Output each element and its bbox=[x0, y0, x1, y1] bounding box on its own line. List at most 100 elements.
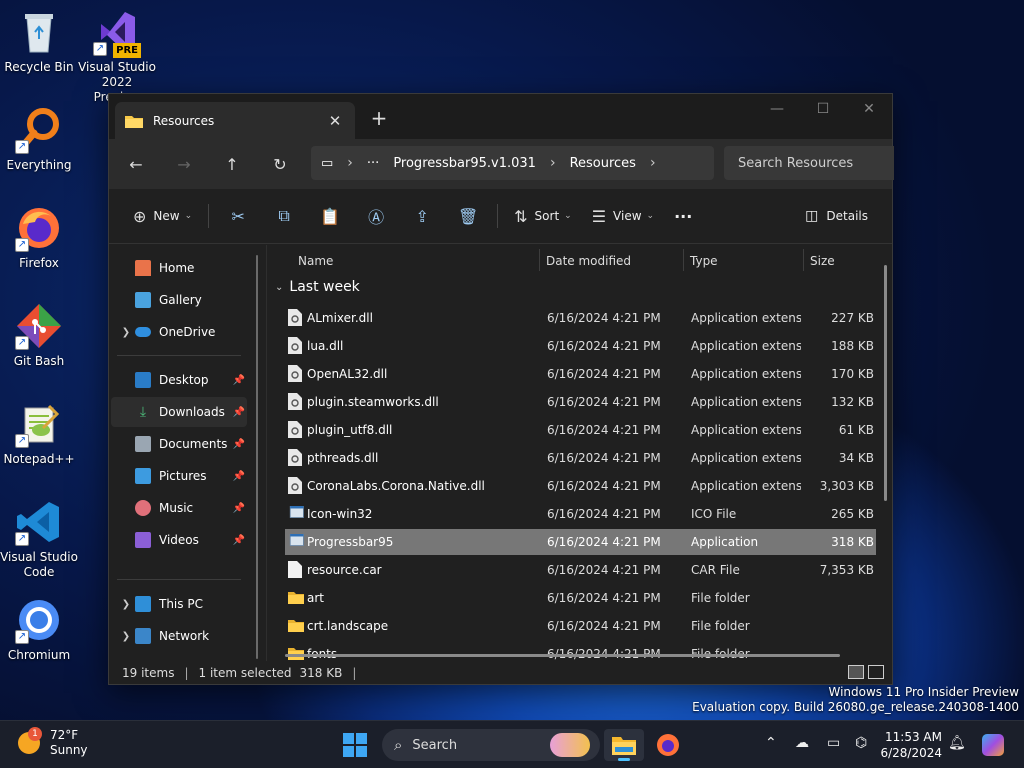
maximize-button[interactable]: ☐ bbox=[800, 94, 846, 124]
group-header-last-week[interactable]: ⌄ Last week bbox=[275, 279, 360, 295]
desktop-icon-notepad-plus-plus[interactable]: ↗ Notepad++ bbox=[0, 400, 78, 467]
cloud-offline-icon[interactable]: ☁ bbox=[795, 735, 809, 751]
file-row[interactable]: art 6/16/2024 4:21 PM File folder bbox=[285, 585, 876, 611]
desktop-icon-everything[interactable]: ↗ Everything bbox=[0, 106, 78, 173]
sidebar-item-music[interactable]: Music 📌 bbox=[111, 493, 247, 523]
chevron-right-icon[interactable]: › bbox=[347, 155, 353, 171]
chevron-up-icon[interactable]: ⌃ bbox=[765, 735, 777, 751]
paste-icon[interactable]: 📋 bbox=[307, 199, 353, 233]
column-header-name[interactable]: Name bbox=[298, 254, 333, 268]
sidebar-item-onedrive[interactable]: ❯ OneDrive bbox=[111, 317, 247, 347]
breadcrumb-resources[interactable]: Resources bbox=[570, 156, 636, 171]
copy-icon[interactable]: ⧉ bbox=[261, 199, 307, 233]
chevron-right-icon[interactable]: ❯ bbox=[117, 599, 135, 610]
desktop-icon-visual-studio-preview[interactable]: PRE ↗ Visual Studio 2022 Preview bbox=[78, 8, 156, 105]
horizontal-scrollbar[interactable] bbox=[285, 654, 840, 657]
close-tab-icon[interactable]: ✕ bbox=[325, 112, 345, 130]
pin-icon[interactable]: 📌 bbox=[233, 407, 245, 418]
address-bar[interactable]: ▭ › ··· Progressbar95.v1.031 › Resources… bbox=[311, 146, 714, 180]
breadcrumb-progressbar95[interactable]: Progressbar95.v1.031 bbox=[393, 156, 536, 171]
preview-badge: PRE bbox=[113, 43, 141, 58]
details-button[interactable]: ◫ Details bbox=[805, 199, 868, 233]
tab-resources[interactable]: Resources ✕ bbox=[115, 102, 355, 139]
new-button[interactable]: ⊕ New ⌄ bbox=[123, 199, 202, 233]
file-row[interactable]: Icon-win32 6/16/2024 4:21 PM ICO File 265 K… bbox=[285, 501, 876, 527]
sidebar-item-documents[interactable]: Documents 📌 bbox=[111, 429, 247, 459]
file-row[interactable]: lua.dll 6/16/2024 4:21 PM Application exte… bbox=[285, 333, 876, 359]
file-row[interactable]: fonts6/16/2024 4:21 PMFile folder bbox=[285, 641, 876, 661]
desktop-icon-firefox[interactable]: ↗ Firefox bbox=[0, 204, 78, 271]
file-row[interactable]: ALmixer.dll 6/16/2024 4:21 PM Application … bbox=[285, 305, 876, 331]
desktop-icon-chromium[interactable]: ↗ Chromium bbox=[0, 596, 78, 663]
chevron-right-icon[interactable]: › bbox=[650, 155, 656, 171]
pin-icon[interactable]: 📌 bbox=[233, 471, 245, 482]
file-row[interactable]: plugin.steamworks.dll 6/16/2024 4:21 PM Ap… bbox=[285, 389, 876, 415]
delete-icon[interactable]: 🗑 bbox=[445, 199, 491, 233]
start-button[interactable] bbox=[343, 733, 367, 757]
file-size: 227 KB bbox=[831, 311, 874, 325]
chevron-right-icon[interactable]: ❯ bbox=[117, 327, 135, 338]
recycle-bin-icon bbox=[15, 8, 63, 56]
file-row[interactable]: CoronaLabs.Corona.Native.dll 6/16/2024 4:… bbox=[285, 473, 876, 499]
sort-label: Sort bbox=[534, 209, 560, 223]
view-button[interactable]: ☰ View ⌄ bbox=[582, 199, 664, 233]
network-status-icon[interactable]: ⌬ bbox=[855, 735, 867, 751]
notification-bell-icon[interactable]: 🔔︎ bbox=[948, 735, 966, 751]
file-row[interactable]: crt.landscape 6/16/2024 4:21 PM File folde… bbox=[285, 613, 876, 639]
minimize-button[interactable]: — bbox=[754, 94, 800, 124]
copilot-icon[interactable] bbox=[982, 734, 1004, 756]
new-tab-button[interactable]: + bbox=[367, 106, 391, 130]
forward-button[interactable]: → bbox=[160, 146, 208, 182]
file-row[interactable]: OpenAL32.dll 6/16/2024 4:21 PM Application… bbox=[285, 361, 876, 387]
back-button[interactable]: ← bbox=[112, 146, 160, 182]
file-row[interactable]: pthreads.dll 6/16/2024 4:21 PM Application… bbox=[285, 445, 876, 471]
details-view-toggle[interactable] bbox=[848, 665, 864, 679]
vertical-scrollbar[interactable] bbox=[884, 265, 887, 501]
rename-icon[interactable]: Ⓐ bbox=[353, 199, 399, 233]
search-input[interactable]: Search Resources bbox=[724, 146, 894, 180]
pin-icon[interactable]: 📌 bbox=[233, 535, 245, 546]
taskbar-file-explorer[interactable] bbox=[604, 729, 644, 761]
sort-button[interactable]: ⇅ Sort ⌄ bbox=[504, 199, 582, 233]
tiles-view-toggle[interactable] bbox=[868, 665, 884, 679]
desktop-icon-vscode[interactable]: ↗ Visual Studio Code bbox=[0, 498, 78, 580]
file-row[interactable]: plugin_utf8.dll 6/16/2024 4:21 PM Applicat… bbox=[285, 417, 876, 443]
pin-icon[interactable]: 📌 bbox=[233, 503, 245, 514]
up-button[interactable]: ↑ bbox=[208, 146, 256, 182]
file-row[interactable]: resource.car 6/16/2024 4:21 PM CAR File 7,3… bbox=[285, 557, 876, 583]
sidebar-item-home[interactable]: Home bbox=[111, 253, 247, 283]
column-header-date[interactable]: Date modified bbox=[546, 254, 631, 268]
sidebar-item-network[interactable]: ❯ Network bbox=[111, 621, 247, 651]
file-explorer-window[interactable]: Resources ✕ + — ☐ ✕ ← → ↑ ↻ ▭ › ··· Prog… bbox=[108, 93, 894, 685]
file-row[interactable]: Progressbar95 6/16/2024 4:21 PM Applicatio… bbox=[285, 529, 876, 555]
sidebar-item-pictures[interactable]: Pictures 📌 bbox=[111, 461, 247, 491]
pin-icon[interactable]: 📌 bbox=[233, 375, 245, 386]
sidebar-scrollbar[interactable] bbox=[256, 255, 258, 659]
sidebar-item-this-pc[interactable]: ❯ This PC bbox=[111, 589, 247, 619]
column-header-type[interactable]: Type bbox=[690, 254, 718, 268]
title-bar[interactable]: Resources ✕ + — ☐ ✕ bbox=[109, 94, 892, 139]
column-header-size[interactable]: Size bbox=[810, 254, 835, 268]
chevron-right-icon[interactable]: ❯ bbox=[117, 631, 135, 642]
sidebar-item-desktop[interactable]: Desktop 📌 bbox=[111, 365, 247, 395]
more-options-button[interactable]: ··· bbox=[664, 199, 702, 233]
display-icon[interactable]: ▭ bbox=[827, 735, 840, 751]
sidebar-item-videos[interactable]: Videos 📌 bbox=[111, 525, 247, 555]
sidebar-item-downloads[interactable]: ⤓ Downloads 📌 bbox=[111, 397, 247, 427]
cut-icon[interactable]: ✂ bbox=[215, 199, 261, 233]
pin-icon[interactable]: 📌 bbox=[233, 439, 245, 450]
close-window-button[interactable]: ✕ bbox=[846, 94, 892, 124]
breadcrumb-overflow[interactable]: ··· bbox=[367, 156, 379, 171]
file-name: Icon-win32 bbox=[307, 507, 373, 521]
taskbar-firefox[interactable] bbox=[648, 729, 688, 761]
refresh-button[interactable]: ↻ bbox=[256, 146, 304, 182]
clock[interactable]: 11:53 AM 6/28/2024 bbox=[880, 729, 942, 761]
desktop-icon-git-bash[interactable]: ↗ Git Bash bbox=[0, 302, 78, 369]
share-icon[interactable]: ⇪ bbox=[399, 199, 445, 233]
everything-search-icon: ↗ bbox=[15, 106, 63, 154]
weather-widget[interactable]: 1 72°F Sunny bbox=[18, 727, 88, 758]
taskbar-search[interactable]: ⌕ Search bbox=[382, 729, 600, 761]
chevron-right-icon[interactable]: › bbox=[550, 155, 556, 171]
desktop-icon-recycle-bin[interactable]: Recycle Bin bbox=[0, 8, 78, 75]
sidebar-item-gallery[interactable]: Gallery bbox=[111, 285, 247, 315]
